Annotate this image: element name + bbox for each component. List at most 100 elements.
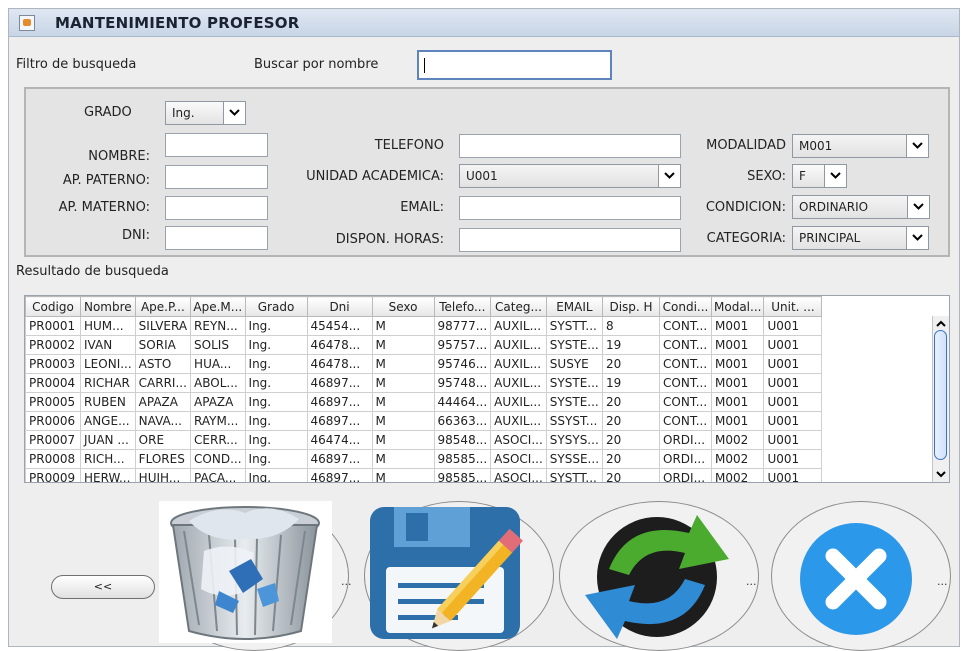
condicion-label: CONDICION: [705, 200, 786, 215]
scrollbar-thumb[interactable] [934, 330, 947, 460]
table-cell: HUIH... [134, 468, 192, 482]
table-cell: CONT... [659, 373, 713, 393]
table-row[interactable]: PR0008 RICH... FLORES COND... Ing. 46897... M 9… [25, 449, 823, 469]
column-header[interactable]: Condi... [659, 296, 713, 317]
column-header[interactable]: Ape.M... [190, 296, 246, 317]
search-name-input[interactable] [417, 50, 612, 80]
table-row[interactable]: PR0001 HUM... SILVERA REYN... Ing. 45454... M 9… [25, 316, 823, 336]
table-row[interactable]: PR0003 LEONI... ASTO HUA... Ing. 46478... M 957… [25, 354, 823, 374]
table-cell: M001 [711, 392, 765, 412]
dispon-horas-field[interactable] [459, 228, 681, 252]
table-cell: ASOCI... [490, 468, 547, 482]
sexo-select[interactable]: F [792, 164, 847, 188]
table-row[interactable]: PR0004 RICHAR CARRI... ABOL... Ing. 46897... M… [25, 373, 823, 393]
table-cell: PR0006 [25, 411, 81, 431]
column-header[interactable]: EMAIL [545, 296, 604, 317]
table-cell: M001 [711, 373, 765, 393]
title-bar: MANTENIMIENTO PROFESOR [9, 9, 959, 37]
nombre-field[interactable] [165, 133, 268, 157]
filter-label: Filtro de busqueda [16, 57, 137, 72]
back-button[interactable]: << [51, 575, 155, 599]
column-header[interactable]: Modal... [711, 296, 765, 317]
table-cell: 19 [602, 335, 661, 355]
ap-materno-field[interactable] [165, 196, 268, 220]
table-row[interactable]: PR0006 ANGE... NAVA... RAYM... Ing. 46897... M… [25, 411, 823, 431]
table-cell: PR0008 [25, 449, 81, 469]
recycle-bin-icon [159, 501, 332, 643]
table-cell: 95746... [433, 354, 492, 374]
table-cell: M [371, 373, 435, 393]
vertical-scrollbar[interactable] [932, 316, 949, 482]
table-cell: 20 [602, 354, 661, 374]
grado-select[interactable]: Ing. [165, 101, 246, 125]
column-header[interactable]: Grado [244, 296, 308, 317]
condicion-select[interactable]: ORDINARIO [792, 195, 930, 219]
table-cell: U001 [763, 316, 823, 336]
table-row[interactable]: PR0002 IVAN SORIA SOLIS Ing. 46478... M 95757..… [25, 335, 823, 355]
table-cell: M [371, 449, 435, 469]
chevron-down-icon [906, 135, 928, 157]
table-cell: SYSTE... [545, 373, 604, 393]
table-cell: 66363... [433, 411, 492, 431]
table-cell: CONT... [659, 335, 713, 355]
results-table[interactable]: Codigo Nombre Ape.P... Ape.M... Grado Dni Sexo… [24, 295, 950, 483]
table-cell: M [371, 354, 435, 374]
column-header[interactable]: Categ... [490, 296, 547, 317]
table-cell: SYSTT... [545, 316, 604, 336]
dni-field[interactable] [165, 226, 268, 250]
scroll-down-icon[interactable] [935, 468, 947, 480]
table-cell: FLORES [134, 449, 192, 469]
table-cell: CARRI... [134, 373, 192, 393]
categoria-select[interactable]: PRINCIPAL [792, 226, 929, 250]
table-cell: Ing. [244, 449, 308, 469]
java-app-icon [19, 15, 35, 31]
table-cell: SYSTT... [545, 468, 604, 482]
table-row[interactable]: PR0007 JUAN ... ORE CERR... Ing. 46474... M 985… [25, 430, 823, 450]
unidad-academica-select[interactable]: U001 [459, 164, 681, 188]
table-cell: 98585... [433, 449, 492, 469]
table-cell: 46897... [306, 468, 373, 482]
table-cell: 46897... [306, 449, 373, 469]
table-cell: CERR... [190, 430, 246, 450]
table-row[interactable]: PR0005 RUBEN APAZA APAZA Ing. 46897... M 44464.… [25, 392, 823, 412]
telefono-field[interactable] [459, 134, 681, 158]
table-cell: AUXIL... [490, 373, 547, 393]
table-cell: SUSYE [545, 354, 604, 374]
column-header[interactable]: Telefo... [433, 296, 492, 317]
table-cell: ORDI... [659, 468, 713, 482]
column-header[interactable]: Unit. ... [763, 296, 823, 317]
table-cell: U001 [763, 430, 823, 450]
grado-value: Ing. [172, 106, 195, 120]
email-field[interactable] [459, 196, 681, 220]
table-cell: CONT... [659, 411, 713, 431]
column-header[interactable]: Codigo [25, 296, 81, 317]
table-cell: M [371, 392, 435, 412]
table-cell: 98548... [433, 430, 492, 450]
column-header[interactable]: Nombre [80, 296, 136, 317]
grado-label: GRADO [84, 105, 132, 120]
column-header[interactable]: Sexo [371, 296, 435, 317]
table-cell: SYSSE... [545, 449, 604, 469]
table-cell: PR0004 [25, 373, 81, 393]
column-header[interactable]: Ape.P... [134, 296, 192, 317]
table-cell: Ing. [244, 392, 308, 412]
column-header[interactable]: Disp. H [602, 296, 661, 317]
table-cell: RICH... [80, 449, 136, 469]
table-cell: ASOCI... [490, 449, 547, 469]
ap-paterno-field[interactable] [165, 165, 268, 189]
table-cell: M002 [711, 430, 765, 450]
scroll-up-icon[interactable] [935, 318, 947, 330]
table-cell: HERW... [80, 468, 136, 482]
table-cell: CONT... [659, 316, 713, 336]
table-row[interactable]: PR0009 HERW... HUIH... PACA... Ing. 46897... M… [25, 468, 823, 482]
column-header[interactable]: Dni [306, 296, 373, 317]
table-cell: M [371, 430, 435, 450]
modalidad-select[interactable]: M001 [792, 134, 929, 158]
table-cell: 46897... [306, 392, 373, 412]
table-cell: M001 [711, 354, 765, 374]
table-cell: AUXIL... [490, 335, 547, 355]
table-cell: ORE [134, 430, 192, 450]
table-header-row: Codigo Nombre Ape.P... Ape.M... Grado Dni Sexo… [25, 296, 823, 317]
table-cell: CONT... [659, 354, 713, 374]
table-cell: 98585... [433, 468, 492, 482]
